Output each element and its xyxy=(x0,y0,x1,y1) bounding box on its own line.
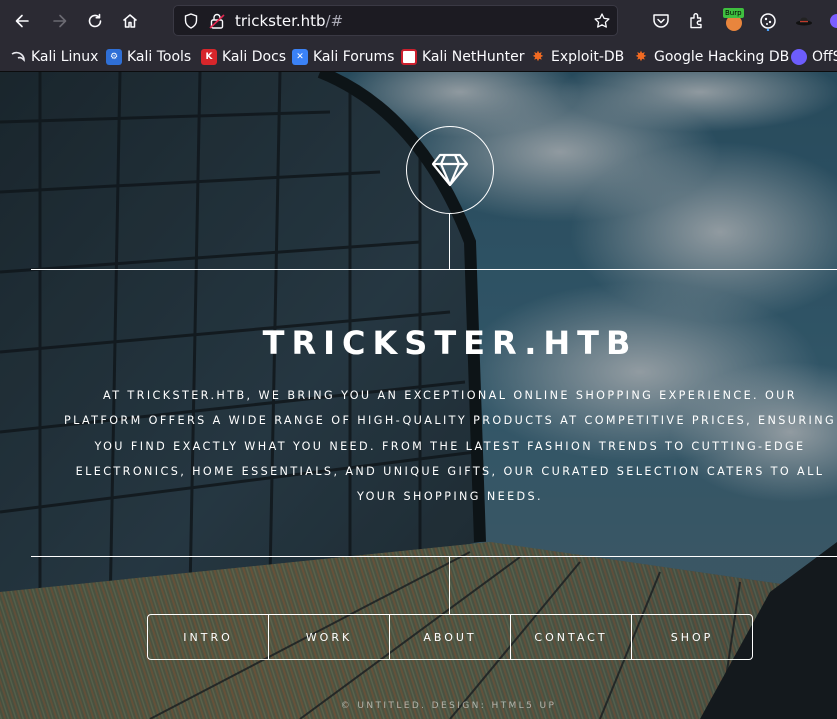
arrow-left-icon xyxy=(15,14,29,28)
extensions-icon[interactable] xyxy=(687,11,707,31)
offsec-icon xyxy=(791,49,807,65)
forward-button[interactable] xyxy=(46,7,74,35)
pocket-icon[interactable] xyxy=(651,11,671,31)
url-text[interactable]: trickster.htb/# xyxy=(235,12,343,30)
nethunter-icon xyxy=(401,49,417,65)
bookmark-google-hacking-db[interactable]: ✸ Google Hacking DB xyxy=(633,46,789,68)
main-nav: Intro Work About Contact Shop xyxy=(147,614,753,660)
divider-bottom xyxy=(31,556,837,557)
burp-extension-icon[interactable]: Burp xyxy=(723,8,745,32)
hat-icon[interactable] xyxy=(794,11,814,31)
bookmark-label: Kali Linux xyxy=(31,49,99,65)
bookmark-label: Kali NetHunter xyxy=(422,49,525,65)
bookmark-kali-nethunter[interactable]: Kali NetHunter xyxy=(401,46,524,68)
menu-overflow-icon[interactable] xyxy=(830,11,837,31)
bookmark-label: Exploit-DB xyxy=(551,49,625,65)
reload-icon xyxy=(88,13,102,28)
home-button[interactable] xyxy=(116,7,144,35)
burp-badge: Burp xyxy=(723,8,744,18)
home-icon xyxy=(123,14,137,28)
bookmark-kali-tools[interactable]: ⚙ Kali Tools xyxy=(106,46,191,68)
url-path: /# xyxy=(325,12,344,30)
bookmark-kali-docs[interactable]: K Kali Docs xyxy=(201,46,286,68)
site-title: TRICKSTER.HTB xyxy=(262,324,638,362)
divider-top xyxy=(31,269,837,270)
bookmark-offsec[interactable]: OffS xyxy=(791,46,837,68)
nav-work[interactable]: Work xyxy=(268,615,389,659)
web-page: TRICKSTER.HTB At trickster.htb, we bring… xyxy=(0,72,837,719)
back-button[interactable] xyxy=(8,7,36,35)
ghdb-icon: ✸ xyxy=(635,49,647,65)
kali-forums-icon: ✕ xyxy=(292,49,308,65)
diamond-icon xyxy=(431,153,469,187)
bookmark-kali-forums[interactable]: ✕ Kali Forums xyxy=(292,46,394,68)
nav-intro[interactable]: Intro xyxy=(148,615,268,659)
bookmark-star-icon[interactable] xyxy=(593,12,611,30)
connector-line-bottom xyxy=(449,557,450,614)
kali-dragon-icon xyxy=(10,49,26,65)
arrow-right-icon xyxy=(53,14,67,28)
bookmark-label: OffS xyxy=(812,49,837,65)
kali-tools-icon: ⚙ xyxy=(106,49,122,65)
nav-shop[interactable]: Shop xyxy=(631,615,752,659)
connector-line-top xyxy=(449,214,450,270)
bookmark-label: Kali Docs xyxy=(222,49,287,65)
bookmark-kali-linux[interactable]: Kali Linux xyxy=(10,46,98,68)
shield-icon[interactable] xyxy=(182,12,200,30)
kali-docs-icon: K xyxy=(201,49,217,65)
browser-toolbar: trickster.htb/# Burp xyxy=(0,0,837,42)
bookmark-label: Kali Forums xyxy=(313,49,395,65)
footer-credits: © Untitled. Design: HTML5 UP xyxy=(340,701,557,711)
nav-about[interactable]: About xyxy=(389,615,510,659)
bookmarks-bar: Kali Linux ⚙ Kali Tools K Kali Docs ✕ Kali … xyxy=(0,42,837,72)
cookie-icon[interactable] xyxy=(758,11,778,31)
url-host: trickster.htb xyxy=(235,12,326,30)
reload-button[interactable] xyxy=(81,7,109,35)
exploit-db-icon: ✸ xyxy=(532,49,544,65)
site-description: At trickster.htb, we bring you an except… xyxy=(63,389,837,504)
bookmark-label: Kali Tools xyxy=(127,49,192,65)
url-bar[interactable]: trickster.htb/# xyxy=(173,5,618,36)
site-logo xyxy=(406,126,494,214)
nav-contact[interactable]: Contact xyxy=(510,615,631,659)
bookmark-exploit-db[interactable]: ✸ Exploit-DB xyxy=(530,46,624,68)
insecure-lock-icon[interactable] xyxy=(208,12,226,30)
bookmark-label: Google Hacking DB xyxy=(654,49,790,65)
